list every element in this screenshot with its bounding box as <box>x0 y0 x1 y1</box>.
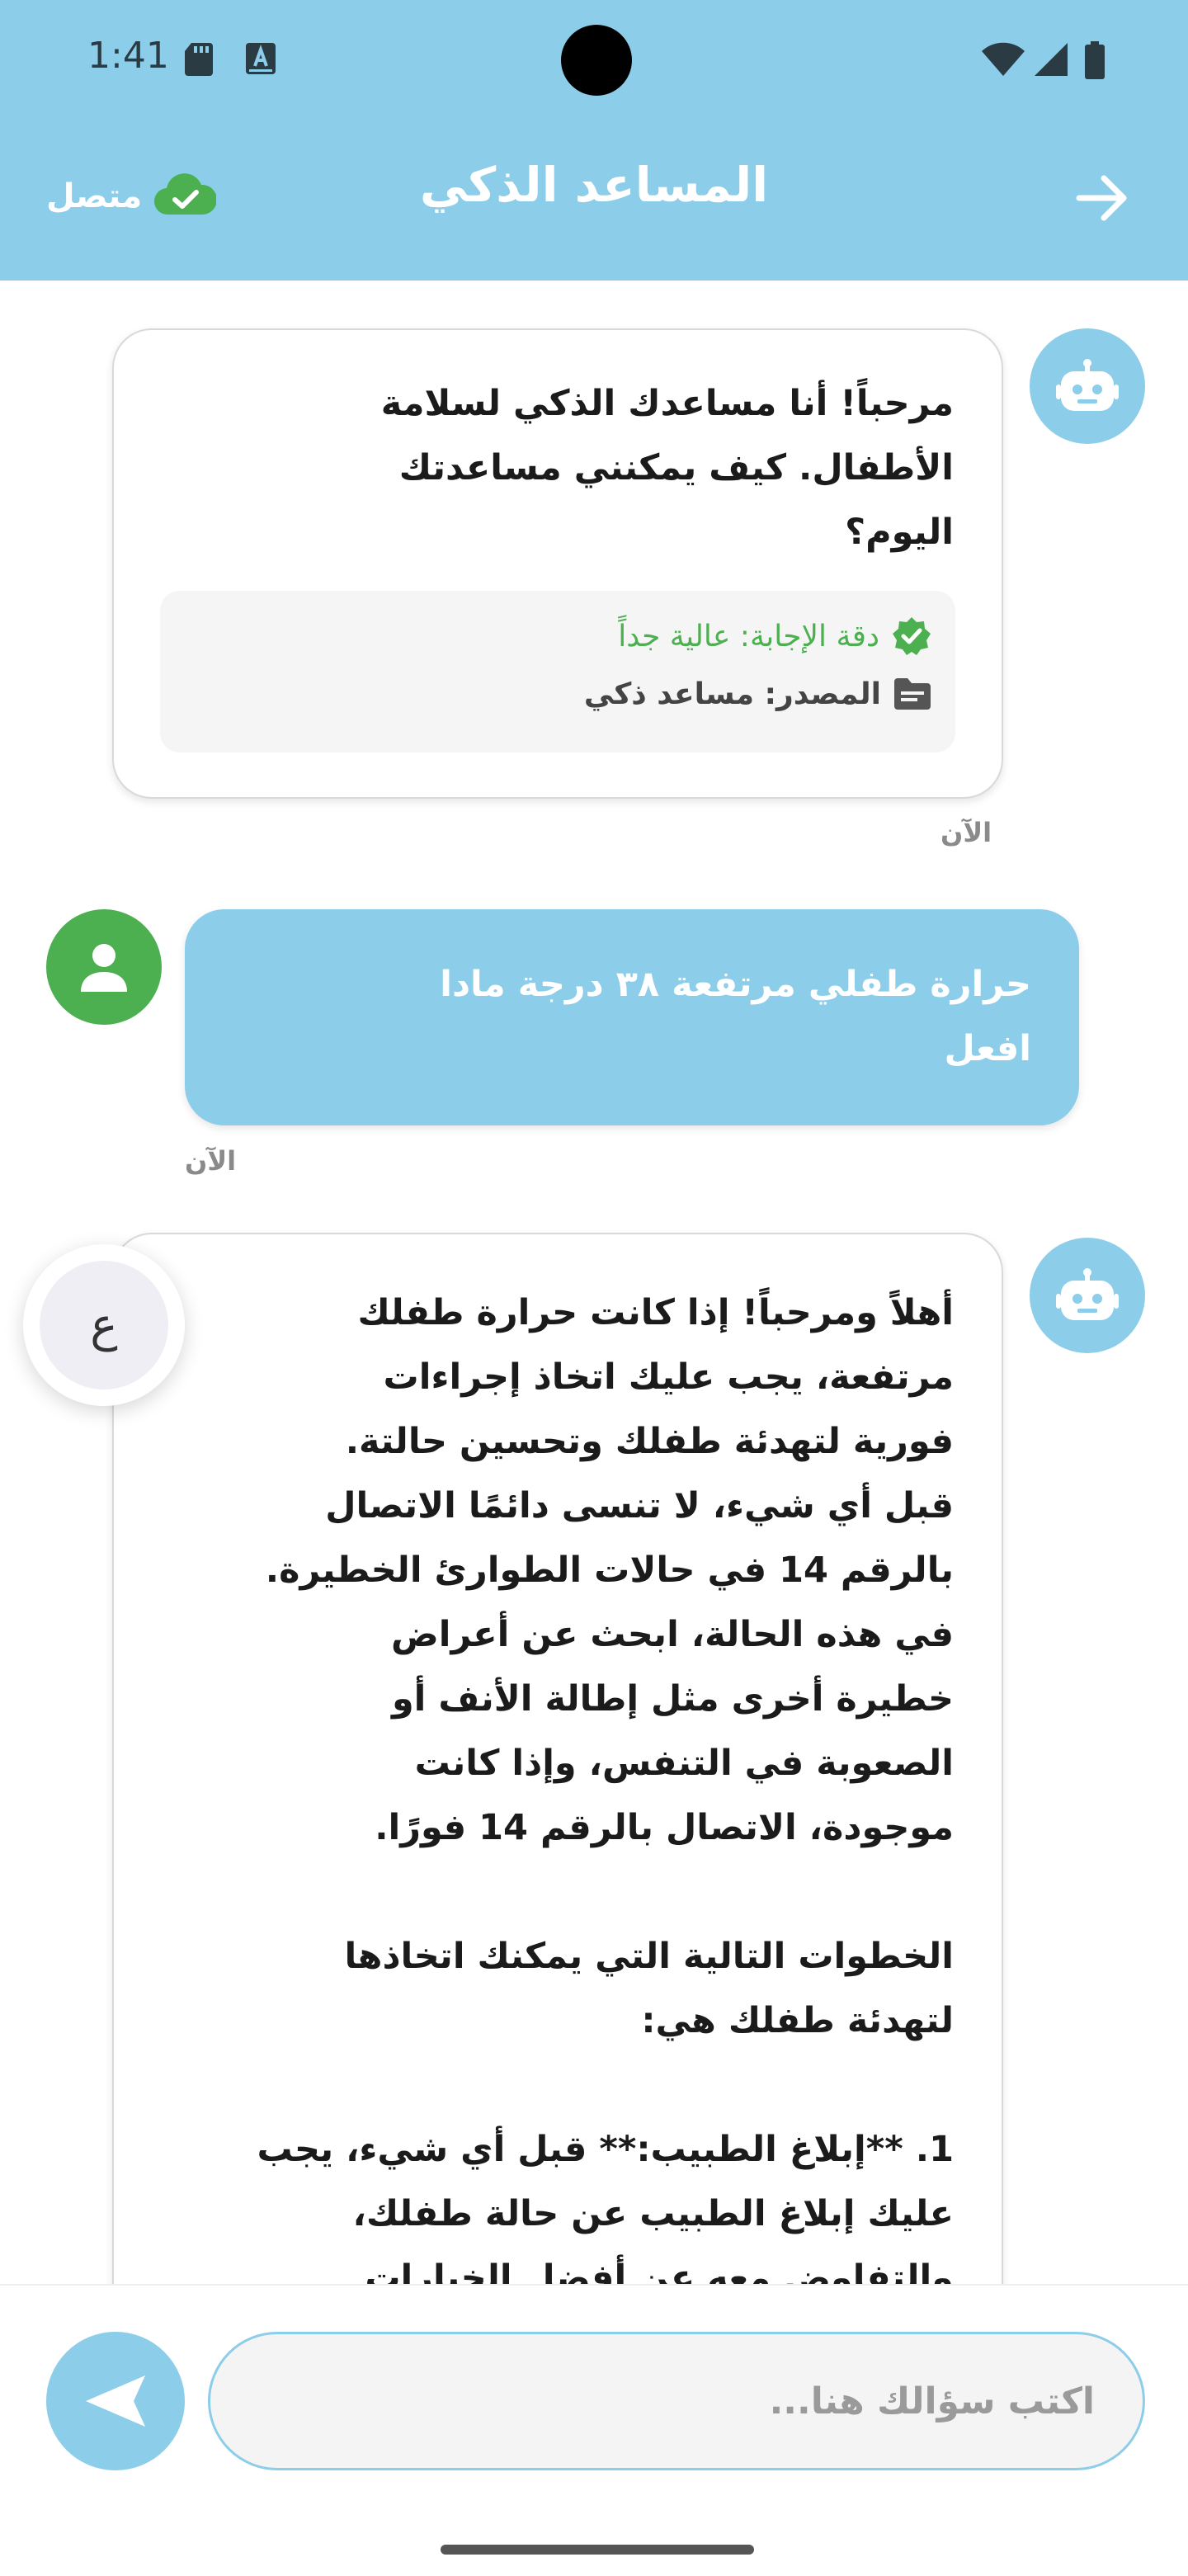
front-camera <box>561 25 632 96</box>
battery-icon <box>1084 41 1106 83</box>
arrow-right-icon <box>1076 175 1127 221</box>
home-indicator[interactable] <box>441 2545 754 2555</box>
connection-status: متصل <box>46 172 218 221</box>
back-button[interactable] <box>1072 172 1138 229</box>
status-time: 1:41 <box>87 35 169 77</box>
bot-avatar <box>1030 328 1145 444</box>
cloud-check-icon <box>153 173 218 219</box>
message-input-placeholder: اكتب سؤالك هنا... <box>769 2380 1095 2423</box>
robot-icon <box>1056 359 1119 411</box>
signal-icon <box>1033 41 1069 81</box>
message-bubble-bot: أهلاً ومرحباً! إذا كانت حرارة طفلك مرتفع… <box>112 1233 1003 2371</box>
message-input[interactable]: اكتب سؤالك هنا... <box>208 2332 1145 2470</box>
connection-status-label: متصل <box>46 177 143 215</box>
message-time: الآن <box>940 817 992 848</box>
font-icon <box>244 41 277 81</box>
wifi-icon <box>980 41 1026 81</box>
message-bubble-bot: مرحباً! أنا مساعدك الذكي لسلامة الأطفال.… <box>112 328 1003 799</box>
robot-icon <box>1056 1268 1119 1320</box>
sd-card-icon <box>183 41 214 81</box>
accuracy-row: دقة الإجابة: عالية جداً <box>618 616 932 657</box>
source-row: المصدر: مساعد ذكي <box>584 677 932 711</box>
app-header: 1:41 المساعد الذكي متصل <box>0 0 1188 281</box>
send-icon <box>86 2375 145 2427</box>
accuracy-label: دقة الإجابة: عالية جداً <box>618 619 879 653</box>
message-text: أهلاً ومرحباً! إذا كانت حرارة طفلك مرتفع… <box>257 1292 954 2299</box>
person-icon <box>81 944 127 992</box>
message-bubble-user: حرارة طفلي مرتفعة ٣٨ درجة مادا افعل <box>185 909 1079 1125</box>
source-icon <box>894 678 931 710</box>
bot-avatar <box>1030 1238 1145 1353</box>
message-text: مرحباً! أنا مساعدك الذكي لسلامة الأطفال.… <box>380 383 954 553</box>
language-toggle-label: ع <box>40 1261 168 1389</box>
source-label: المصدر: مساعد ذكي <box>583 677 881 711</box>
language-toggle-button[interactable]: ع <box>23 1244 185 1406</box>
message-time: الآن <box>185 1145 237 1177</box>
send-button[interactable] <box>46 2332 185 2470</box>
message-text: حرارة طفلي مرتفعة ٣٨ درجة مادا افعل <box>440 964 1031 1069</box>
composer: اكتب سؤالك هنا... <box>0 2284 1188 2576</box>
answer-meta: دقة الإجابة: عالية جداً المصدر: مساعد ذك… <box>160 591 955 753</box>
verified-icon <box>893 617 931 655</box>
user-avatar <box>46 909 162 1025</box>
